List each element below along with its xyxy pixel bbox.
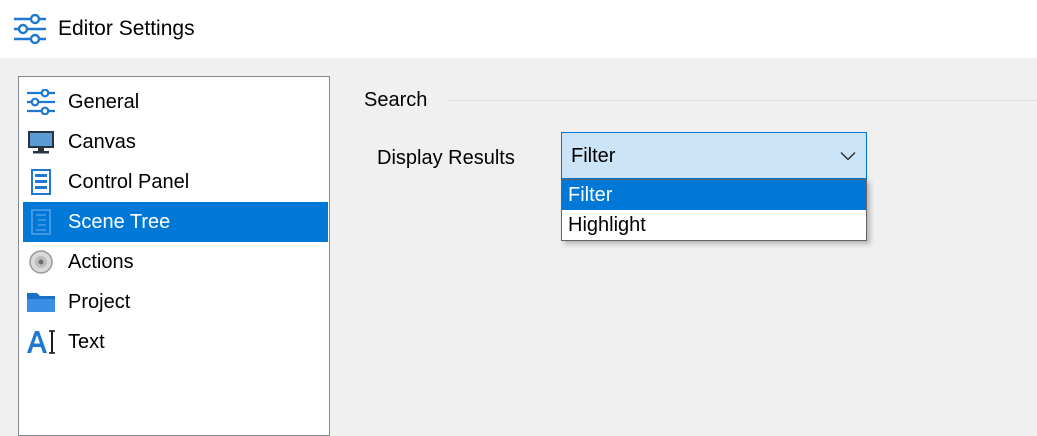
option-label: Highlight [568, 214, 646, 236]
dropdown-options-list[interactable]: Filter Highlight [561, 179, 867, 241]
option-label: Filter [568, 184, 613, 206]
chevron-down-icon [840, 151, 856, 161]
sidebar-item-general[interactable]: General [23, 82, 328, 122]
sidebar-item-label: Canvas [68, 131, 136, 153]
display-results-label: Display Results [377, 147, 515, 169]
sidebar-item-label: General [68, 91, 140, 113]
title-bar: Editor Settings [0, 0, 1037, 58]
group-title-search: Search [364, 88, 428, 112]
sidebar-item-label: Control Panel [68, 171, 190, 193]
sliders-icon [27, 89, 55, 115]
sidebar-item-project[interactable]: Project [23, 282, 328, 322]
group-divider [448, 100, 1037, 101]
sidebar-item-label: Text [68, 331, 105, 353]
text-cursor-icon [27, 330, 55, 354]
sidebar-item-actions[interactable]: Actions [23, 242, 328, 282]
tree-icon [31, 209, 51, 235]
sidebar-item-scene-tree[interactable]: Scene Tree [23, 202, 328, 242]
sidebar-item-text[interactable]: Text [23, 322, 328, 362]
sidebar-item-label: Scene Tree [68, 211, 171, 233]
window-title: Editor Settings [58, 17, 195, 40]
dropdown-selected-value: Filter [571, 145, 616, 167]
disc-icon [29, 250, 53, 274]
settings-category-list[interactable]: General Canvas Control Panel Scene Tree [18, 76, 330, 436]
option-filter[interactable]: Filter [562, 180, 866, 210]
sidebar-item-control-panel[interactable]: Control Panel [23, 162, 328, 202]
option-highlight[interactable]: Highlight [562, 210, 866, 240]
sidebar-item-canvas[interactable]: Canvas [23, 122, 328, 162]
sidebar-item-label: Actions [68, 251, 134, 273]
folder-icon [27, 293, 55, 312]
display-results-dropdown[interactable]: Filter [561, 132, 867, 179]
panel-icon [31, 169, 51, 195]
monitor-icon [28, 131, 54, 154]
settings-sliders-icon [14, 14, 46, 44]
sidebar-item-label: Project [68, 291, 131, 313]
